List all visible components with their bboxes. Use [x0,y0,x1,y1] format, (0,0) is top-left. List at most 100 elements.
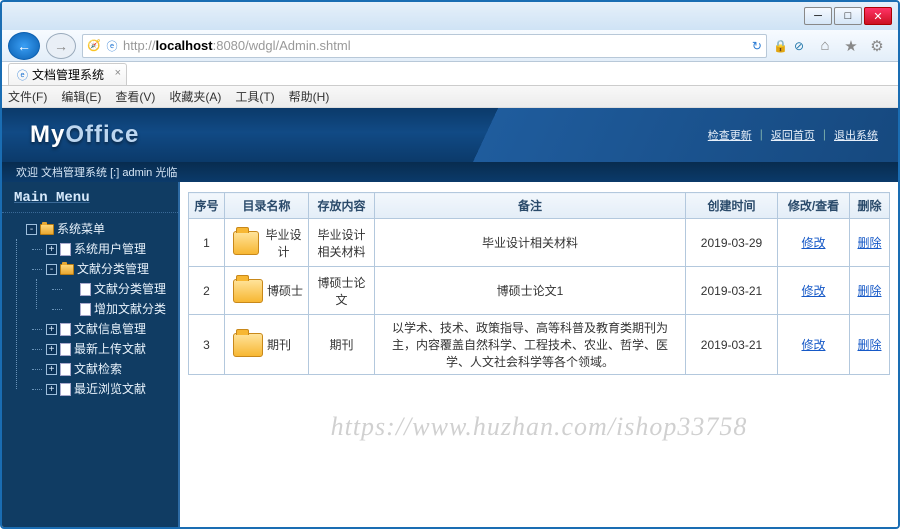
modify-link[interactable]: 修改 [801,338,825,352]
tree-item[interactable]: 文献分类管理 [62,279,174,299]
cell-remark: 博硕士论文1 [375,267,686,315]
tree-item[interactable]: +文献信息管理 [42,319,174,339]
menu-file[interactable]: 文件(F) [8,88,47,105]
menu-edit[interactable]: 编辑(E) [61,88,101,105]
cell-remark: 以学术、技术、政策指导、高等科普及教育类期刊为主，内容覆盖自然科学、工程技术、农… [375,315,686,375]
tree-item[interactable]: +文献检索 [42,359,174,379]
watermark-text: https://www.huzhan.com/ishop33758 [180,412,898,442]
cell-store: 毕业设计相关材料 [309,219,375,267]
collapse-icon[interactable]: - [26,224,37,235]
browser-tab[interactable]: ⓔ 文档管理系统 × [8,63,127,85]
folder-icon [233,333,263,357]
url-text: http://localhost:8080/wdgl/Admin.shtml [123,38,748,53]
tab-close-icon[interactable]: × [115,67,121,79]
expand-icon[interactable]: + [46,364,57,375]
file-icon [60,323,71,336]
tree-item[interactable]: 增加文献分类 [62,299,174,319]
link-home[interactable]: 返回首页 [771,127,815,143]
ie-menubar: 文件(F) 编辑(E) 查看(V) 收藏夹(A) 工具(T) 帮助(H) [2,86,898,108]
cell-time: 2019-03-21 [686,315,778,375]
table-row: 3期刊期刊以学术、技术、政策指导、高等科普及教育类期刊为主，内容覆盖自然科学、工… [189,315,890,375]
tree-item[interactable]: + 最近浏览文献 [42,379,174,399]
url-bar[interactable]: 🧭 ⓔ http://localhost:8080/wdgl/Admin.sht… [82,34,767,58]
table-header-row: 序号 目录名称 存放内容 备注 创建时间 修改/查看 删除 [189,193,890,219]
lock-icon: 🔒 [773,39,788,53]
delete-link[interactable]: 删除 [857,338,881,352]
th-time: 创建时间 [686,193,778,219]
tree-item[interactable]: +系统用户管理 [42,239,174,259]
sidebar: Main Menu -系统菜单 +系统用户管理-文献分类管理文献分类管理增加文献… [2,182,180,527]
cell-delete: 删除 [850,315,890,375]
link-check-update[interactable]: 检查更新 [708,127,752,143]
refresh-icon[interactable]: ↻ [752,39,762,53]
link-logout[interactable]: 退出系统 [834,127,878,143]
ie-icon: ⓔ [105,39,119,53]
settings-icon[interactable]: ⚙ [868,37,886,55]
home-icon[interactable]: ⌂ [816,37,834,55]
app-header: MyOffice 检查更新| 返回首页| 退出系统 [2,108,898,162]
cell-seq: 3 [189,315,225,375]
th-del: 删除 [850,193,890,219]
header-links: 检查更新| 返回首页| 退出系统 [708,127,898,143]
file-icon [60,343,71,356]
app-root: MyOffice 检查更新| 返回首页| 退出系统 欢迎 文档管理系统 [:] … [2,108,898,527]
close-button[interactable]: ✕ [864,7,892,25]
cell-modify: 修改 [778,315,850,375]
delete-link[interactable]: 删除 [857,284,881,298]
delete-link[interactable]: 删除 [857,236,881,250]
folder-icon [60,264,74,275]
cell-name: 博硕士 [225,267,309,315]
table-row: 2博硕士博硕士论文博硕士论文12019-03-21修改删除 [189,267,890,315]
tree-label: 文献分类管理 [94,282,166,296]
window-buttons: ─ □ ✕ [804,7,892,25]
folder-icon [233,279,263,303]
menu-help[interactable]: 帮助(H) [289,88,330,105]
file-icon [60,243,71,256]
cell-remark: 毕业设计相关材料 [375,219,686,267]
th-store: 存放内容 [309,193,375,219]
expand-icon[interactable]: + [46,384,57,395]
sidebar-title: Main Menu [2,182,178,213]
cell-seq: 1 [189,219,225,267]
th-mod: 修改/查看 [778,193,850,219]
tab-title: 文档管理系统 [32,66,104,83]
favorites-icon[interactable]: ★ [842,37,860,55]
category-table: 序号 目录名称 存放内容 备注 创建时间 修改/查看 删除 1毕业设计毕业设计相… [188,192,890,375]
cell-delete: 删除 [850,267,890,315]
collapse-icon[interactable]: - [46,264,57,275]
tree-item[interactable]: +最新上传文献 [42,339,174,359]
modify-link[interactable]: 修改 [801,284,825,298]
menu-fav[interactable]: 收藏夹(A) [169,88,221,105]
menu-tools[interactable]: 工具(T) [235,88,274,105]
cell-name: 毕业设计 [225,219,309,267]
forward-button[interactable]: → [46,33,76,59]
tree-root[interactable]: -系统菜单 +系统用户管理-文献分类管理文献分类管理增加文献分类+文献信息管理+… [22,219,174,399]
expand-icon[interactable]: + [46,324,57,335]
logo-area: MyOffice [2,121,139,149]
cell-store: 期刊 [309,315,375,375]
content-area: 序号 目录名称 存放内容 备注 创建时间 修改/查看 删除 1毕业设计毕业设计相… [180,182,898,527]
tree-label: 文献分类管理 [77,262,149,276]
minimize-button[interactable]: ─ [804,7,832,25]
cell-modify: 修改 [778,267,850,315]
file-icon [60,383,71,396]
toolbar-icons: ⌂ ★ ⚙ [810,37,892,55]
modify-link[interactable]: 修改 [801,236,825,250]
expand-icon[interactable]: + [46,344,57,355]
browser-navbar: ← → 🧭 ⓔ http://localhost:8080/wdgl/Admin… [2,30,898,62]
th-name: 目录名称 [225,193,309,219]
tab-favicon: ⓔ [17,67,28,83]
maximize-button[interactable]: □ [834,7,862,25]
cell-time: 2019-03-21 [686,267,778,315]
tree-label: 最近浏览文献 [74,382,146,396]
cell-seq: 2 [189,267,225,315]
table-row: 1毕业设计毕业设计相关材料毕业设计相关材料2019-03-29修改删除 [189,219,890,267]
th-seq: 序号 [189,193,225,219]
tree-item[interactable]: -文献分类管理文献分类管理增加文献分类 [42,259,174,319]
menu-view[interactable]: 查看(V) [115,88,155,105]
expand-icon[interactable]: + [46,244,57,255]
stop-icon[interactable]: ⊘ [794,39,804,53]
page-icon: 🧭 [87,39,101,53]
back-button[interactable]: ← [8,32,40,60]
cell-delete: 删除 [850,219,890,267]
